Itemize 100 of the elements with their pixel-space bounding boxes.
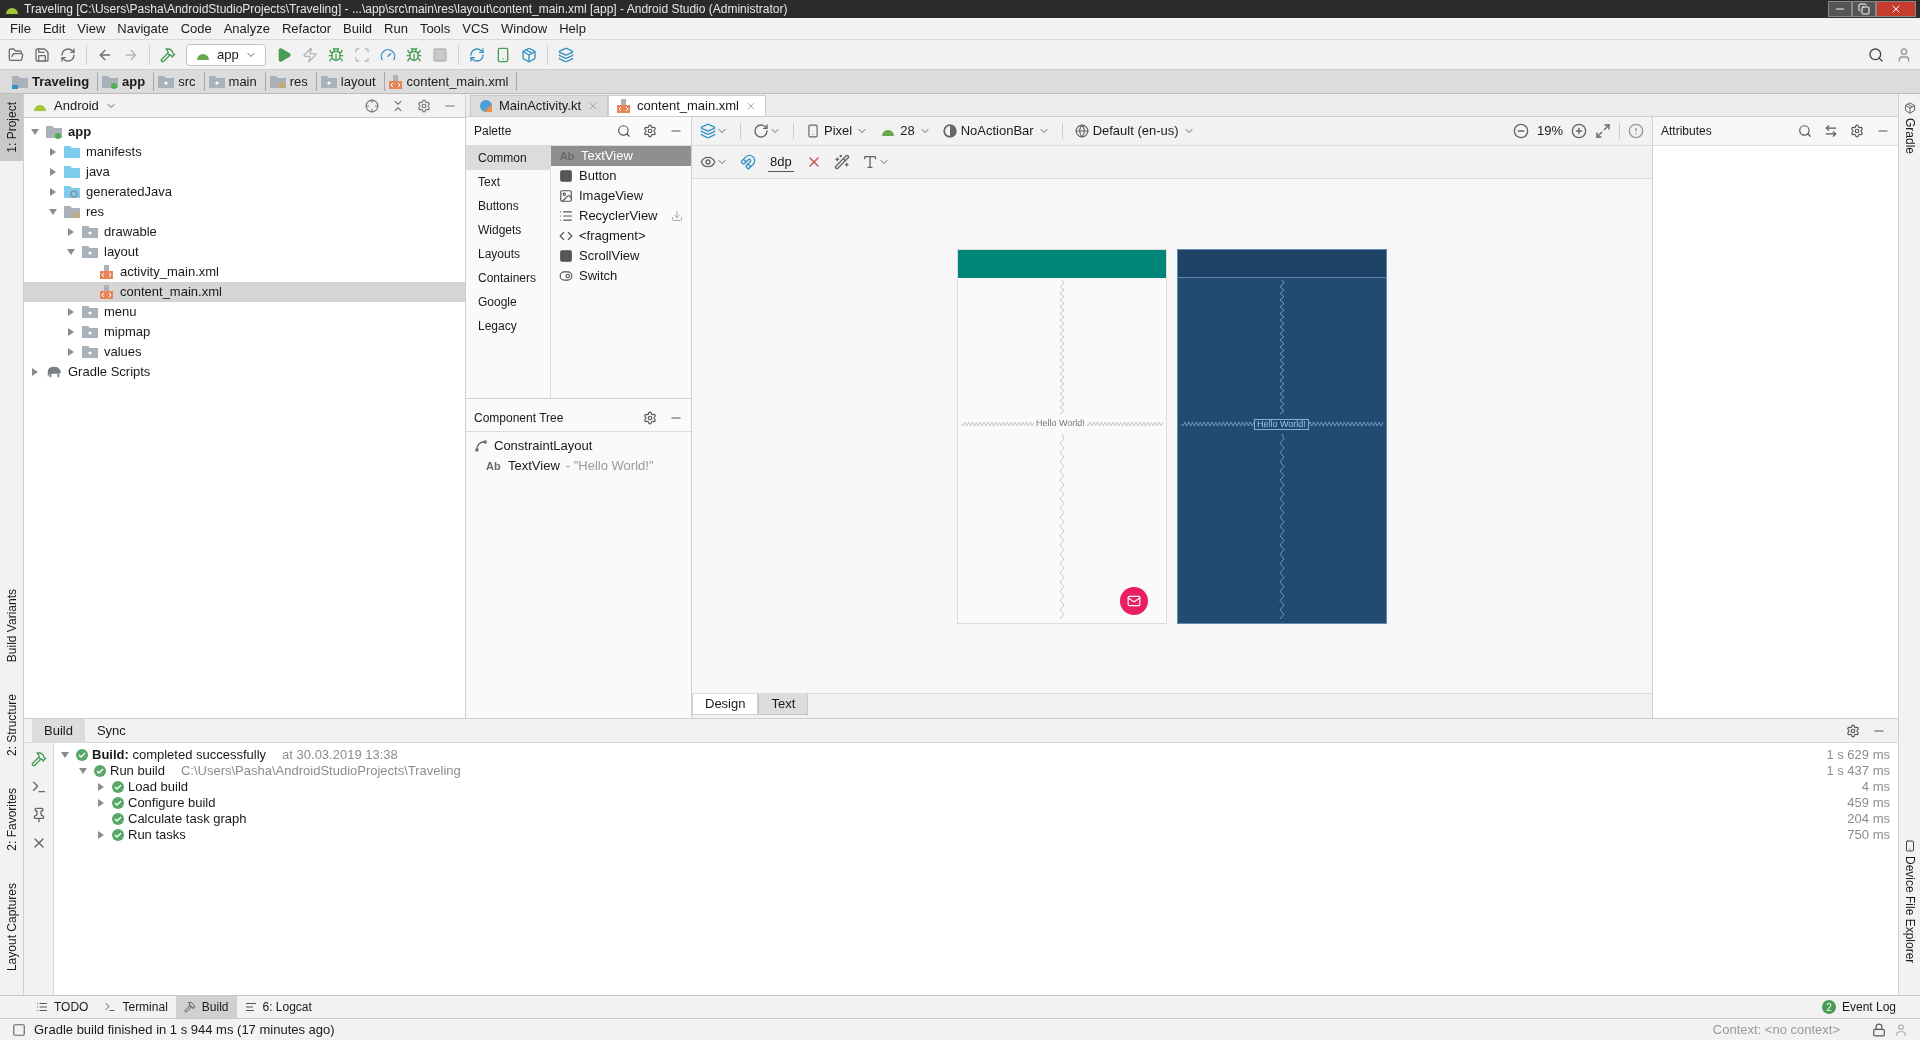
stop-icon[interactable] bbox=[431, 46, 448, 63]
palette-item[interactable]: Button bbox=[551, 166, 691, 186]
tree-item[interactable]: manifests bbox=[24, 142, 465, 162]
collapsed-arrow-icon[interactable] bbox=[96, 798, 106, 808]
api-level-dropdown[interactable]: 28 bbox=[880, 121, 931, 141]
search-icon[interactable] bbox=[617, 124, 631, 138]
orientation-dropdown[interactable] bbox=[753, 123, 781, 139]
user-icon[interactable] bbox=[1896, 46, 1912, 63]
gradle-sync-icon[interactable] bbox=[468, 46, 485, 63]
editor-tab[interactable]: content_main.xml bbox=[608, 95, 766, 116]
bug-icon[interactable] bbox=[405, 46, 422, 63]
align-dropdown[interactable] bbox=[861, 154, 890, 170]
palette-category[interactable]: Common bbox=[466, 146, 550, 170]
tree-item[interactable]: java bbox=[24, 162, 465, 182]
tool-window-button[interactable]: Build Variants bbox=[0, 581, 23, 671]
settings-icon[interactable] bbox=[1846, 723, 1860, 738]
tool-window-button[interactable]: 2: Favorites bbox=[0, 780, 23, 859]
tree-item[interactable]: app bbox=[24, 122, 465, 142]
palette-category[interactable]: Buttons bbox=[466, 194, 550, 218]
menubar-entry[interactable]: Tools bbox=[413, 18, 457, 39]
palette-item[interactable]: Switch bbox=[551, 266, 691, 286]
settings-icon[interactable] bbox=[643, 124, 657, 138]
sync-icon[interactable] bbox=[60, 46, 76, 63]
menubar-entry[interactable]: VCS bbox=[456, 18, 495, 39]
menubar-entry[interactable]: Build bbox=[337, 18, 378, 39]
editor-mode-tab[interactable]: Design bbox=[692, 694, 759, 715]
warning-icon[interactable] bbox=[1628, 123, 1644, 139]
square-icon[interactable] bbox=[12, 1022, 26, 1037]
hammer-icon[interactable] bbox=[30, 751, 47, 767]
build-tree-row[interactable]: Load build 4 ms bbox=[54, 779, 1898, 795]
tree-item[interactable]: content_main.xml bbox=[24, 282, 465, 302]
palette-item[interactable]: RecyclerView bbox=[551, 206, 691, 226]
palette-category[interactable]: Widgets bbox=[466, 218, 550, 242]
breadcrumb[interactable]: app bbox=[102, 71, 155, 92]
build-tree-row[interactable]: Build: completed successfully at 30.03.2019 13:38 1 s 629 ms bbox=[54, 747, 1898, 763]
palette-item[interactable]: ScrollView bbox=[551, 246, 691, 266]
menubar-entry[interactable]: Window bbox=[494, 18, 554, 39]
zoom-in-icon[interactable] bbox=[1571, 123, 1587, 139]
locale-dropdown[interactable]: Default (en-us) bbox=[1074, 121, 1195, 141]
component-tree-item[interactable]: ConstraintLayout bbox=[466, 436, 691, 456]
lock-icon[interactable] bbox=[1872, 1022, 1886, 1037]
console-icon[interactable] bbox=[30, 779, 47, 795]
magnet-icon[interactable] bbox=[740, 154, 756, 170]
hammer-icon[interactable] bbox=[160, 46, 176, 63]
locate-icon[interactable] bbox=[365, 98, 379, 113]
restore-button[interactable] bbox=[1852, 1, 1876, 17]
close-tab-icon[interactable] bbox=[745, 100, 757, 112]
collapsed-arrow-icon[interactable] bbox=[48, 187, 58, 197]
view-options-dropdown[interactable] bbox=[700, 154, 728, 170]
build-tree-row[interactable]: Configure build 459 ms bbox=[54, 795, 1898, 811]
collapsed-arrow-icon[interactable] bbox=[30, 367, 40, 377]
tree-item[interactable]: res bbox=[24, 202, 465, 222]
zoom-out-icon[interactable] bbox=[1512, 123, 1529, 139]
search-icon[interactable] bbox=[1798, 124, 1812, 138]
breadcrumb[interactable]: main bbox=[208, 71, 266, 92]
build-tree-row[interactable]: Run tasks 750 ms bbox=[54, 827, 1898, 843]
open-folder-icon[interactable] bbox=[8, 46, 24, 63]
collapsed-arrow-icon[interactable] bbox=[66, 307, 76, 317]
collapsed-arrow-icon[interactable] bbox=[66, 227, 76, 237]
editor-mode-tab[interactable]: Text bbox=[758, 694, 809, 715]
collapsed-arrow-icon[interactable] bbox=[96, 830, 106, 840]
collapsed-arrow-icon[interactable] bbox=[96, 782, 106, 792]
design-surface-dropdown[interactable] bbox=[700, 123, 728, 139]
expanded-arrow-icon[interactable] bbox=[66, 247, 76, 257]
run-configuration-dropdown[interactable]: app bbox=[186, 43, 266, 66]
palette-category[interactable]: Legacy bbox=[466, 314, 550, 338]
tree-item[interactable]: mipmap bbox=[24, 322, 465, 342]
menubar-entry[interactable]: View bbox=[71, 18, 112, 39]
tool-window-button[interactable]: Layout Captures bbox=[0, 874, 23, 979]
tool-window-tab[interactable]: Build bbox=[175, 996, 237, 1018]
palette-category[interactable]: Layouts bbox=[466, 242, 550, 266]
tool-window-tab[interactable]: TODO bbox=[28, 996, 97, 1018]
menubar-entry[interactable]: Analyze bbox=[217, 18, 276, 39]
theme-dropdown[interactable]: NoActionBar bbox=[942, 121, 1050, 141]
breadcrumb[interactable]: src bbox=[158, 71, 205, 92]
build-panel-tab[interactable]: Sync bbox=[84, 718, 138, 743]
expanded-arrow-icon[interactable] bbox=[60, 750, 70, 760]
menubar-entry[interactable]: Edit bbox=[36, 18, 72, 39]
breadcrumb[interactable]: layout bbox=[320, 71, 385, 92]
palette-category[interactable]: Containers bbox=[466, 266, 550, 290]
save-icon[interactable] bbox=[34, 46, 50, 63]
menubar-entry[interactable]: Help bbox=[553, 18, 592, 39]
zoom-to-fit-icon[interactable] bbox=[1595, 123, 1611, 139]
component-tree-item[interactable]: Ab TextView - "Hello World!" bbox=[466, 456, 691, 476]
palette-category[interactable]: Google bbox=[466, 290, 550, 314]
swap-icon[interactable] bbox=[1824, 124, 1838, 138]
tool-window-button[interactable]: 1: Project bbox=[0, 94, 23, 161]
device-dropdown[interactable]: Pixel bbox=[806, 121, 869, 141]
magic-wand-icon[interactable] bbox=[833, 154, 850, 170]
tree-item[interactable]: layout bbox=[24, 242, 465, 262]
expanded-arrow-icon[interactable] bbox=[48, 207, 58, 217]
palette-item[interactable]: ImageView bbox=[551, 186, 691, 206]
tool-window-tab[interactable]: 6: Logcat bbox=[236, 996, 320, 1018]
collapsed-arrow-icon[interactable] bbox=[48, 167, 58, 177]
person-icon[interactable] bbox=[1894, 1022, 1908, 1037]
tool-window-tab[interactable]: Terminal bbox=[96, 996, 176, 1018]
settings-icon[interactable] bbox=[643, 411, 657, 425]
search-icon[interactable] bbox=[1868, 46, 1884, 63]
menubar-entry[interactable]: File bbox=[4, 18, 37, 39]
menubar-entry[interactable]: Refactor bbox=[275, 18, 338, 39]
